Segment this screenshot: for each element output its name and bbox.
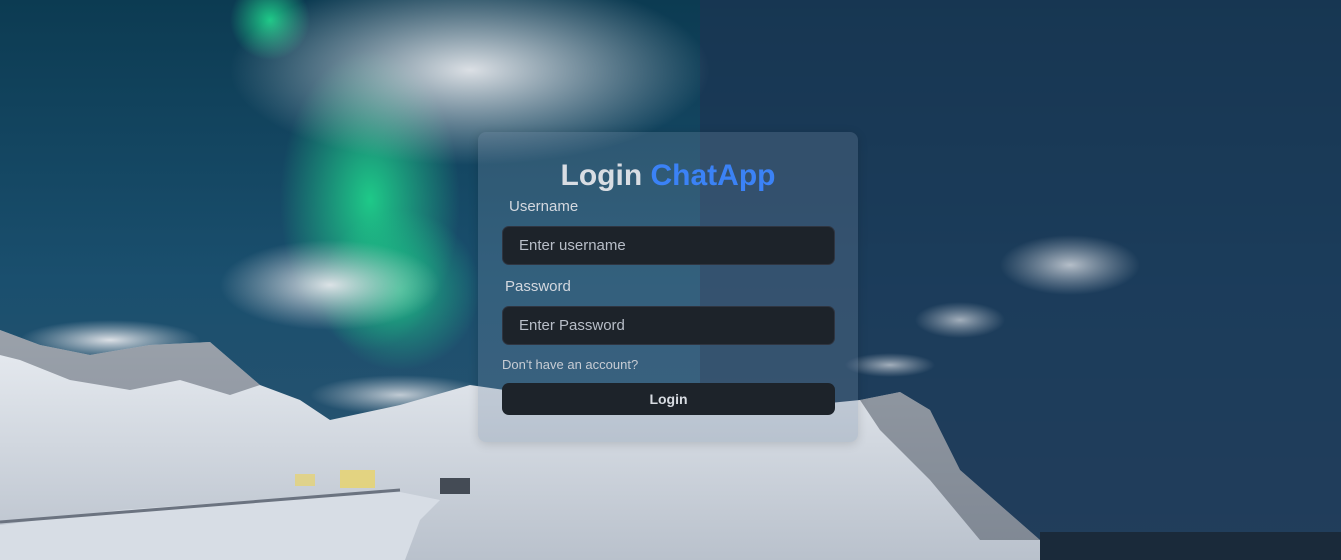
- page-title: Login ChatApp: [502, 158, 834, 194]
- password-input[interactable]: [502, 306, 835, 345]
- login-card: Login ChatApp Username Password Don't ha…: [478, 132, 858, 442]
- signup-link[interactable]: Don't have an account?: [502, 357, 638, 373]
- login-button[interactable]: Login: [502, 383, 835, 415]
- username-input[interactable]: [502, 226, 835, 265]
- brand-name: ChatApp: [650, 159, 776, 192]
- password-label: Password: [505, 278, 571, 295]
- title-prefix: Login: [560, 159, 651, 192]
- background-scene: Login ChatApp Username Password Don't ha…: [0, 0, 1341, 560]
- username-label: Username: [509, 198, 579, 215]
